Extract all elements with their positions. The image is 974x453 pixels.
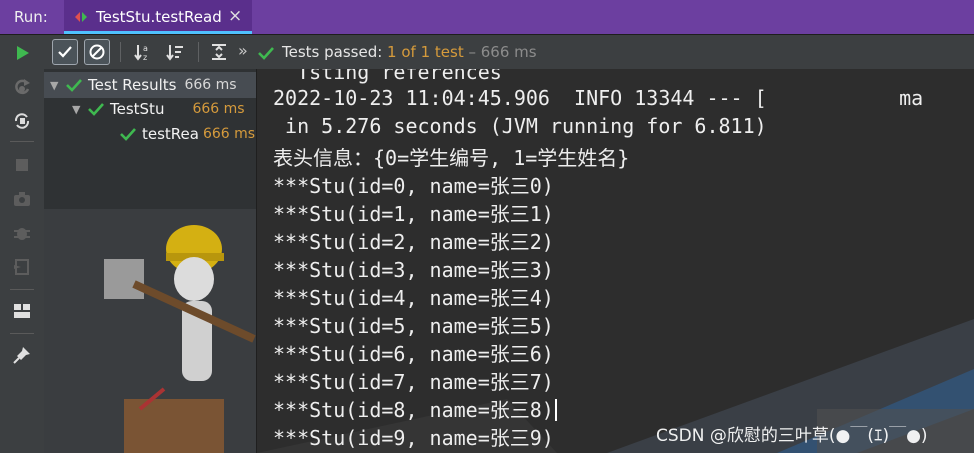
show-ignored-button[interactable] [84,39,110,65]
tree-node-label: TestStu [110,100,165,118]
background-mascot-image [44,209,256,453]
status-duration: – 666 ms [468,43,537,61]
console-line: ***Stu(id=1, name=张三1) [273,202,554,226]
expand-all-icon [212,44,226,60]
console-line: ***Stu(id=2, name=张三2) [273,230,554,254]
tree-node-label: Test Results [88,76,177,94]
status-passed-text: Tests passed: [282,43,388,61]
sort-duration-icon [166,45,183,61]
tab-title: TestStu.testRead [96,8,222,26]
show-passed-icon [58,46,72,58]
passed-check-icon [66,79,82,92]
console-line: ***Stu(id=6, name=张三6) [273,342,554,366]
console-line: 表头信息：{0=学生编号, 1=学生姓名} [273,146,630,170]
expand-all-button[interactable] [206,39,232,65]
console-line: ***Stu(id=3, name=张三3) [273,258,554,282]
tree-node-time: 666 ms [184,77,237,93]
tab-teststu-testread[interactable]: TestStu.testRead × [64,0,252,34]
text-caret [554,399,557,421]
test-run-config-icon [75,12,87,22]
chevron-down-icon[interactable]: ▼ [50,79,66,92]
sort-alpha-icon: az [134,44,148,62]
close-tab-button[interactable]: × [228,6,242,26]
pin-icon[interactable] [10,343,34,367]
test-results-tree: ▼ Test Results 666 ms ▼ TestStu 666 ms t… [44,69,256,453]
passed-check-icon [88,103,104,116]
run-label: Run: [14,8,48,26]
show-ignored-icon [89,44,105,60]
tree-node-teststu[interactable]: ▼ TestStu 666 ms [72,98,245,120]
toolbar-overflow-button[interactable]: » [238,41,248,60]
console-line: ***Stu(id=7, name=张三7) [273,370,554,394]
console-line: in 5.276 seconds (JVM running for 6.811) [273,114,767,138]
console-line: 2022-10-23 11:04:45.906 INFO 13344 --- [… [273,86,924,110]
console-line: ***Stu(id=8, name=张三8) [273,398,554,422]
tree-node-label: testRea [142,125,199,143]
console-line: Tsting references [273,69,502,84]
run-icon[interactable] [10,41,34,65]
passed-check-icon [258,47,274,60]
show-passed-button[interactable] [52,39,78,65]
layout-icon[interactable] [10,299,34,323]
status-count: 1 of 1 test [387,43,464,61]
svg-text:z: z [143,53,147,62]
import-icon[interactable] [10,255,34,279]
test-status: Tests passed: 1 of 1 test – 666 ms [258,43,537,61]
run-tool-window-header: Run: TestStu.testRead × [0,0,974,35]
toggle-auto-test-icon[interactable] [10,109,34,133]
console-line: ***Stu(id=0, name=张三0) [273,174,554,198]
tree-node-time: 666 ms [202,126,256,142]
console-output[interactable]: Tsting references 2022-10-23 11:04:45.90… [257,69,974,453]
svg-text:a: a [143,44,148,53]
console-line: ***Stu(id=9, name=张三9) [273,426,554,450]
debug-icon[interactable] [10,221,34,245]
console-line: ***Stu(id=5, name=张三5) [273,314,554,338]
chevron-down-icon[interactable]: ▼ [72,103,88,116]
tree-node-test-results[interactable]: ▼ Test Results 666 ms [50,74,237,96]
tree-node-testread[interactable]: testRea 666 ms [120,123,255,145]
tree-node-time: 666 ms [192,101,245,117]
console-line-with-caret: ***Stu(id=8, name=张三8) [273,394,557,423]
passed-check-icon [120,128,136,141]
sort-by-duration-button[interactable] [162,39,188,65]
run-left-toolbar [0,35,45,453]
test-toolbar: az » Tests passed: 1 of 1 test – 666 ms [44,35,974,69]
camera-icon[interactable] [10,187,34,211]
rerun-failed-icon[interactable] [10,75,34,99]
stop-icon[interactable] [10,153,34,177]
sort-alphabetically-button[interactable]: az [130,39,156,65]
console-line: ***Stu(id=4, name=张三4) [273,286,554,310]
watermark: CSDN @欣慰的三叶草(●￣(ｴ)￣●) [656,426,928,446]
